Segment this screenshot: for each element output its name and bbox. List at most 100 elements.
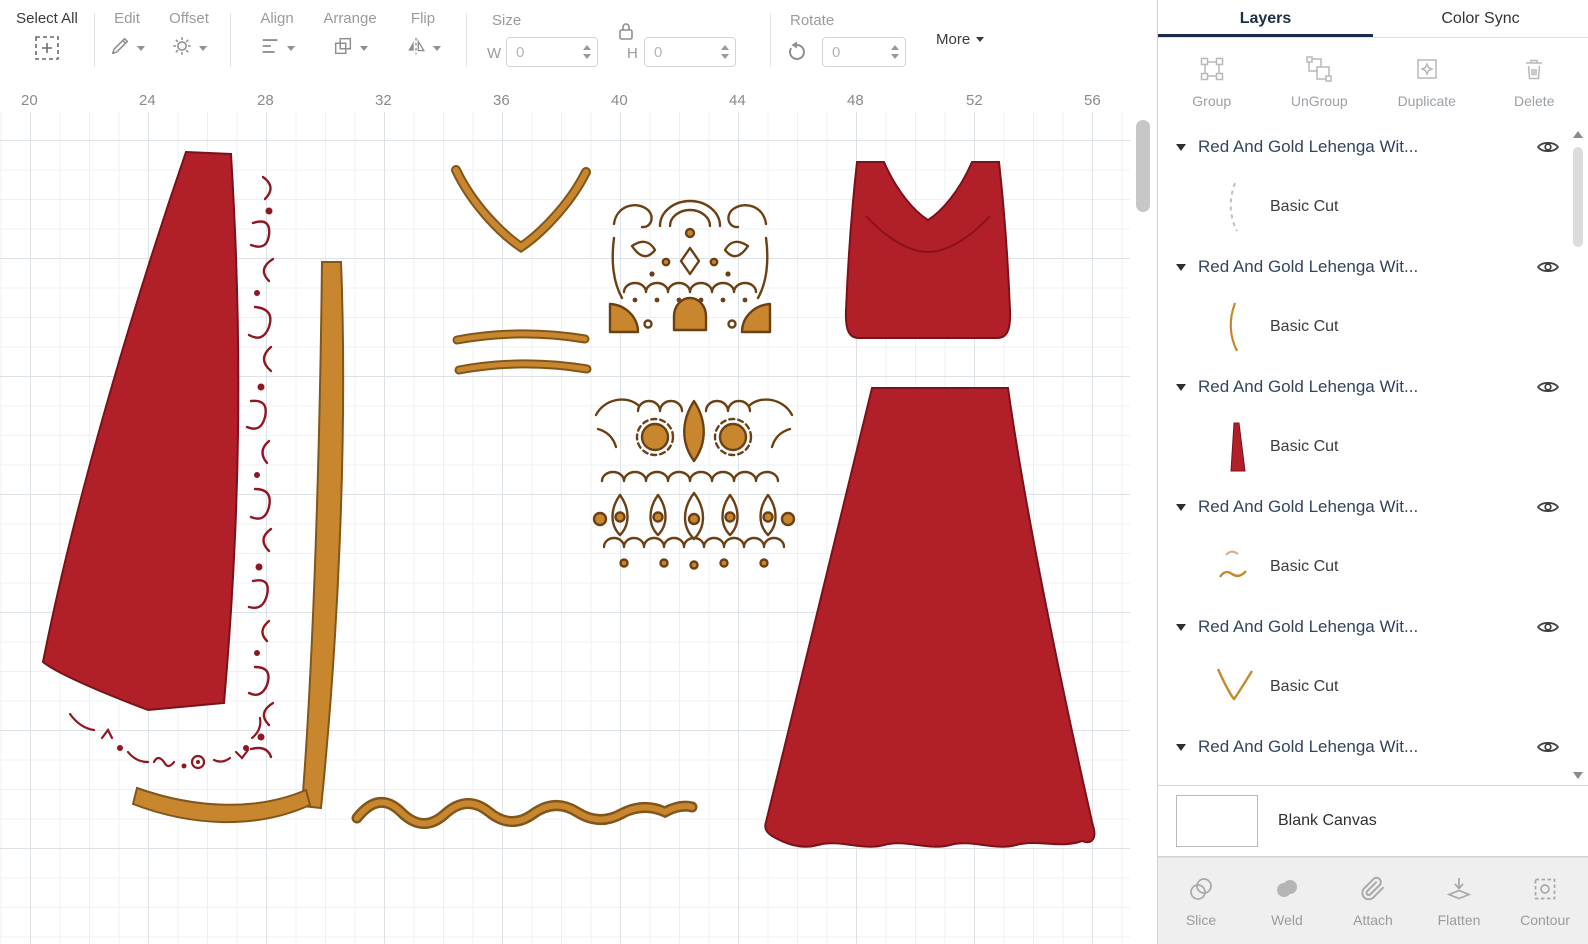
contour-button[interactable]: Contour <box>1502 875 1588 928</box>
canvas-scrollbar-thumb[interactable] <box>1136 120 1150 212</box>
design-canvas[interactable] <box>0 112 1157 944</box>
layer-header[interactable]: Red And Gold Lehenga Wit... <box>1158 245 1588 289</box>
layer-type-label: Basic Cut <box>1270 678 1339 695</box>
layer-item[interactable]: Basic Cut <box>1158 529 1588 605</box>
layer-item[interactable]: Basic Cut <box>1158 409 1588 485</box>
chevron-down-icon[interactable] <box>1176 263 1186 271</box>
visibility-eye-icon[interactable] <box>1536 139 1560 155</box>
ruler-tick: 44 <box>729 92 746 109</box>
layer-group: Red And Gold Lehenga Wit... Basic Cut <box>1158 125 1588 245</box>
attach-button[interactable]: Attach <box>1330 875 1416 928</box>
scroll-up-arrow-icon[interactable] <box>1573 131 1583 138</box>
tab-layers-label: Layers <box>1239 9 1292 27</box>
gold-hem-band[interactable] <box>131 786 312 824</box>
edit-dropdown[interactable]: Edit <box>100 10 154 62</box>
layers-scrollbar[interactable] <box>1570 125 1586 785</box>
blank-canvas-row[interactable]: Blank Canvas <box>1158 785 1588 857</box>
gold-waistband[interactable] <box>452 329 592 375</box>
rotate-input[interactable]: 0 <box>822 37 906 67</box>
tab-color-sync[interactable]: Color Sync <box>1373 0 1588 37</box>
contour-icon <box>1531 875 1559 906</box>
flip-label: Flip <box>410 10 436 27</box>
arrange-dropdown[interactable]: Arrange <box>316 10 384 62</box>
ungroup-button[interactable]: UnGroup <box>1266 38 1374 125</box>
canvas-scrollbar[interactable] <box>1130 112 1157 944</box>
height-input[interactable]: 0 <box>644 37 736 67</box>
lock-icon[interactable] <box>618 21 634 46</box>
hem-motifs[interactable] <box>68 712 262 770</box>
height-stepper[interactable] <box>721 45 729 59</box>
lace-border-strip[interactable] <box>245 175 275 759</box>
top-toolbar: Select All Edit Offset Align Arrange Fli… <box>0 0 1157 80</box>
tab-color-sync-label: Color Sync <box>1441 9 1520 27</box>
width-stepper[interactable] <box>583 45 591 59</box>
rotate-label: Rotate <box>790 12 835 29</box>
skirt-ornament[interactable] <box>592 398 796 570</box>
chevron-down-icon[interactable] <box>1176 143 1186 151</box>
layer-group: Red And Gold Lehenga Wit... Basic Cut <box>1158 725 1588 785</box>
crop-top[interactable] <box>844 161 1012 339</box>
layer-item[interactable]: Basic Cut <box>1158 649 1588 725</box>
lehenga-skirt[interactable] <box>764 387 1096 848</box>
chevron-down-icon <box>976 37 985 42</box>
layers-panel: Layers Color Sync Group UnGroup Duplicat… <box>1157 0 1588 944</box>
layer-item[interactable]: Basic Cut <box>1158 289 1588 365</box>
delete-label: Delete <box>1514 92 1555 109</box>
canvas-area: Select All Edit Offset Align Arrange Fli… <box>0 0 1157 944</box>
layer-header[interactable]: Red And Gold Lehenga Wit... <box>1158 725 1588 769</box>
chevron-down-icon[interactable] <box>1176 503 1186 511</box>
visibility-eye-icon[interactable] <box>1536 259 1560 275</box>
toolbar-divider <box>466 13 467 67</box>
rotate-value: 0 <box>832 43 841 61</box>
gold-neckline[interactable] <box>451 165 591 254</box>
layer-header[interactable]: Red And Gold Lehenga Wit... <box>1158 365 1588 409</box>
duplicate-button[interactable]: Duplicate <box>1373 38 1481 125</box>
choli-ornament[interactable] <box>608 199 772 334</box>
group-button[interactable]: Group <box>1158 38 1266 125</box>
ruler-tick: 20 <box>21 92 38 109</box>
layer-type-label: Basic Cut <box>1270 198 1339 215</box>
chevron-down-icon[interactable] <box>1176 743 1186 751</box>
delete-button[interactable]: Delete <box>1481 38 1588 125</box>
layer-item[interactable]: Basic Cut <box>1158 169 1588 245</box>
layer-header[interactable]: Red And Gold Lehenga Wit... <box>1158 605 1588 649</box>
slice-button[interactable]: Slice <box>1158 875 1244 928</box>
more-dropdown[interactable]: More <box>936 31 985 48</box>
offset-dropdown[interactable]: Offset <box>158 10 220 62</box>
rotate-icon <box>785 40 809 69</box>
layer-thumbnail <box>1212 658 1256 716</box>
select-all-button[interactable]: Select All <box>8 10 86 62</box>
flip-dropdown[interactable]: Flip <box>396 10 450 62</box>
layers-scrollbar-thumb[interactable] <box>1573 147 1583 247</box>
layer-item[interactable]: Basic Cut <box>1158 769 1588 785</box>
duplicate-icon <box>1413 55 1441 86</box>
chevron-down-icon[interactable] <box>1176 623 1186 631</box>
visibility-eye-icon[interactable] <box>1536 619 1560 635</box>
tab-layers[interactable]: Layers <box>1158 0 1373 37</box>
gold-wave-trim[interactable] <box>351 797 698 829</box>
rotate-stepper[interactable] <box>891 45 899 59</box>
weld-button[interactable]: Weld <box>1244 875 1330 928</box>
group-icon <box>1198 55 1226 86</box>
visibility-eye-icon[interactable] <box>1536 379 1560 395</box>
visibility-eye-icon[interactable] <box>1536 499 1560 515</box>
height-value: 0 <box>654 43 663 61</box>
select-all-icon <box>32 34 62 62</box>
width-input[interactable]: 0 <box>506 37 598 67</box>
layers-list: Red And Gold Lehenga Wit... Basic Cut Re… <box>1158 125 1588 785</box>
layer-header[interactable]: Red And Gold Lehenga Wit... <box>1158 485 1588 529</box>
gold-band[interactable] <box>300 261 345 810</box>
ruler-tick: 36 <box>493 92 510 109</box>
layer-title: Red And Gold Lehenga Wit... <box>1198 137 1419 156</box>
chevron-down-icon[interactable] <box>1176 383 1186 391</box>
flatten-button[interactable]: Flatten <box>1416 875 1502 928</box>
ungroup-label: UnGroup <box>1290 92 1348 109</box>
align-dropdown[interactable]: Align <box>246 10 308 62</box>
ruler-tick: 32 <box>375 92 392 109</box>
scroll-down-arrow-icon[interactable] <box>1573 772 1583 779</box>
layer-header[interactable]: Red And Gold Lehenga Wit... <box>1158 125 1588 169</box>
visibility-eye-icon[interactable] <box>1536 739 1560 755</box>
dupatta-shape[interactable] <box>41 150 240 712</box>
slice-icon <box>1187 875 1215 906</box>
layer-thumbnail <box>1212 418 1256 476</box>
